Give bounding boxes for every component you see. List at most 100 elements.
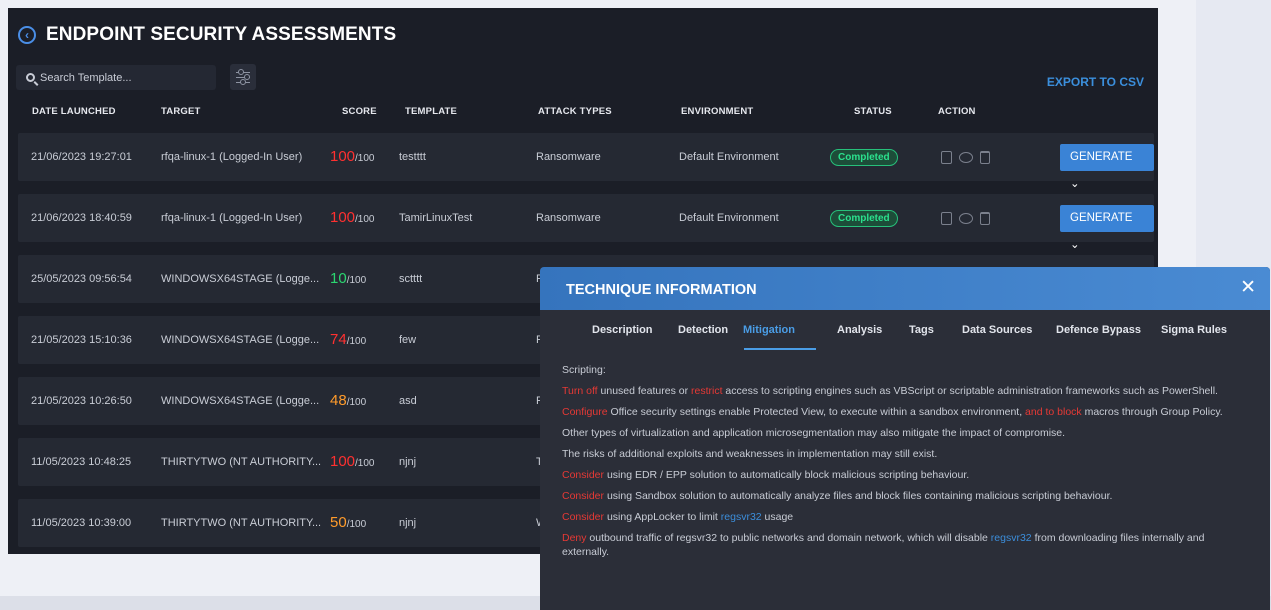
paragraph-text: unused features or: [597, 385, 692, 397]
tab-analysis[interactable]: Analysis: [837, 324, 882, 336]
mitigation-paragraph: Configure Office security settings enabl…: [562, 405, 1252, 419]
filter-button[interactable]: [230, 64, 256, 90]
modal-header: TECHNIQUE INFORMATION ✕: [540, 267, 1270, 310]
cell-target: rfqa-linux-1 (Logged-In User): [161, 212, 303, 224]
cell-template: sctttt: [399, 273, 423, 285]
tab-mitigation[interactable]: Mitigation: [743, 324, 795, 336]
modal-title: TECHNIQUE INFORMATION: [566, 282, 757, 298]
cell-attack-type: Ransomware: [536, 151, 601, 163]
score-max: /100: [355, 458, 375, 469]
action-keyword: and to block: [1025, 406, 1082, 418]
score-max: /100: [346, 336, 367, 347]
paragraph-text: using AppLocker to limit: [604, 511, 721, 523]
mitigation-paragraph: Consider using EDR / EPP solution to aut…: [562, 468, 1252, 482]
cell-attack-type: Ransomware: [536, 212, 601, 224]
paragraph-text: The risks of additional exploits and wea…: [562, 448, 938, 460]
paragraph-text: usage: [761, 511, 794, 523]
header-score[interactable]: SCORE: [342, 106, 377, 117]
tab-sigma-rules[interactable]: Sigma Rules: [1161, 324, 1227, 336]
cell-template: asd: [399, 395, 417, 407]
score-value: 100: [330, 148, 356, 165]
score-value: 100: [330, 453, 356, 470]
tab-data-sources[interactable]: Data Sources: [962, 324, 1032, 336]
title-row: ‹ ENDPOINT SECURITY ASSESSMENTS: [18, 22, 396, 48]
cell-score: 48/100: [330, 377, 366, 425]
header-target[interactable]: TARGET: [161, 106, 201, 117]
score-value: 50: [330, 514, 347, 531]
paragraph-text: using Sandbox solution to automatically …: [604, 490, 1113, 502]
back-arrow-icon[interactable]: ‹: [18, 26, 36, 44]
cell-template: njnj: [399, 456, 417, 468]
paragraph-text: macros through Group Policy.: [1081, 406, 1223, 418]
page-title: ENDPOINT SECURITY ASSESSMENTS: [46, 24, 397, 45]
reference-link[interactable]: regsvr32: [991, 532, 1032, 544]
search-icon: [26, 73, 35, 82]
modal-tabs: Description Detection Mitigation Analysi…: [540, 310, 1270, 350]
export-csv-link[interactable]: EXPORT TO CSV: [1047, 75, 1144, 89]
mitigation-paragraph: Turn off unused features or restrict acc…: [562, 384, 1252, 398]
cell-date: 21/05/2023 10:26:50: [31, 395, 132, 407]
tab-description[interactable]: Description: [592, 324, 653, 336]
score-value: 100: [330, 209, 356, 226]
trash-icon[interactable]: [980, 151, 990, 164]
search-box: [16, 65, 216, 90]
paragraph-text: access to scripting engines such as VBSc…: [722, 385, 1218, 397]
action-keyword: Consider: [562, 490, 605, 502]
paragraph-text: outbound traffic of regsvr32 to public n…: [586, 532, 991, 544]
cell-score: 50/100: [330, 499, 366, 547]
comment-icon[interactable]: [959, 152, 973, 163]
cell-score: 74/100: [330, 316, 366, 364]
table-row[interactable]: 21/06/2023 19:27:01 rfqa-linux-1 (Logged-…: [18, 133, 1154, 190]
report-icon[interactable]: [941, 151, 952, 164]
generate-button[interactable]: GENERATE ⌄: [1060, 144, 1154, 190]
score-max: /100: [346, 519, 367, 530]
mitigation-paragraph: Consider using AppLocker to limit regsvr…: [562, 510, 1252, 524]
status-badge: Completed: [830, 149, 898, 166]
active-tab-indicator: [744, 348, 816, 350]
score-max: /100: [355, 214, 375, 225]
cell-score: 100/100: [330, 194, 375, 242]
cell-target: rfqa-linux-1 (Logged-In User): [161, 151, 303, 163]
cell-date: 21/05/2023 15:10:36: [31, 334, 132, 346]
header-status[interactable]: STATUS: [854, 106, 892, 117]
score-value: 10: [330, 270, 347, 287]
search-input[interactable]: [40, 71, 200, 84]
paragraph-text: using EDR / EPP solution to automaticall…: [604, 469, 970, 481]
score-value: 48: [330, 392, 347, 409]
action-keyword: Consider: [562, 469, 605, 481]
cell-template: few: [399, 334, 417, 346]
cell-date: 11/05/2023 10:48:25: [31, 456, 132, 468]
cell-target: THIRTYTWO (NT AUTHORITY...: [161, 456, 322, 468]
header-attack-types[interactable]: ATTACK TYPES: [538, 106, 612, 117]
action-keyword: Consider: [562, 511, 605, 523]
tab-detection[interactable]: Detection: [678, 324, 728, 336]
cell-template: njnj: [399, 517, 417, 529]
cell-target: THIRTYTWO (NT AUTHORITY...: [161, 517, 322, 529]
action-keyword: restrict: [691, 385, 723, 397]
cell-target: WINDOWSX64STAGE (Logge...: [161, 395, 320, 407]
reference-link[interactable]: regsvr32: [721, 511, 762, 523]
header-environment[interactable]: ENVIRONMENT: [681, 106, 753, 117]
mitigation-content: Scripting: Turn off unused features or r…: [562, 363, 1252, 566]
generate-button[interactable]: GENERATE ⌄: [1060, 205, 1154, 251]
score-value: 74: [330, 331, 347, 348]
tab-defence-bypass[interactable]: Defence Bypass: [1056, 324, 1141, 336]
score-max: /100: [355, 153, 375, 164]
close-icon[interactable]: ✕: [1240, 276, 1256, 299]
header-template[interactable]: TEMPLATE: [405, 106, 457, 117]
cell-date: 21/06/2023 19:27:01: [31, 151, 132, 163]
status-badge: Completed: [830, 210, 898, 227]
cell-target: WINDOWSX64STAGE (Logge...: [161, 334, 320, 346]
report-icon[interactable]: [941, 212, 952, 225]
action-keyword: Turn off: [562, 385, 598, 397]
comment-icon[interactable]: [959, 213, 973, 224]
cell-environment: Default Environment: [679, 212, 779, 224]
cell-date: 25/05/2023 09:56:54: [31, 273, 132, 285]
paragraph-text: Office security settings enable Protecte…: [607, 406, 1026, 418]
table-row[interactable]: 21/06/2023 18:40:59 rfqa-linux-1 (Logged-…: [18, 194, 1154, 251]
tab-tags[interactable]: Tags: [909, 324, 934, 336]
header-date[interactable]: DATE LAUNCHED: [32, 106, 116, 117]
trash-icon[interactable]: [980, 212, 990, 225]
header-action[interactable]: ACTION: [938, 106, 976, 117]
technique-modal: TECHNIQUE INFORMATION ✕ Description Dete…: [540, 267, 1270, 610]
